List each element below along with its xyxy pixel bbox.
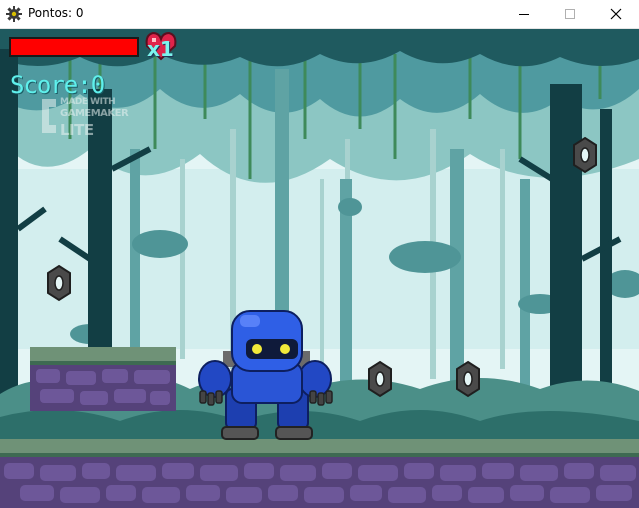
minimize-button[interactable] [501,0,547,28]
gamemaker-logo-icon [42,99,56,133]
minimize-icon [519,14,529,15]
game-window: Pontos: 0 x1 Score:0 MADE WITH GAMEMAKER… [0,0,639,508]
watermark-line2: GAMEMAKER [60,108,129,119]
nut-icon [47,264,71,302]
nut-icon [368,360,392,398]
close-icon [610,8,622,20]
lives-counter: x1 [147,37,174,61]
nut-icon [573,136,597,174]
maximize-button[interactable] [547,0,593,28]
window-title: Pontos: 0 [28,6,84,20]
health-bar-fill [11,39,137,55]
ground [0,439,639,508]
game-canvas[interactable]: x1 Score:0 MADE WITH GAMEMAKER LITE [0,29,639,508]
close-button[interactable] [593,0,639,28]
nut-icon [456,360,480,398]
watermark-line3: LITE [60,121,94,139]
title-bar[interactable]: Pontos: 0 [0,0,639,29]
watermark-line1: MADE WITH [60,97,116,107]
maximize-icon [565,9,575,19]
gamemaker-watermark: MADE WITH GAMEMAKER LITE [40,93,130,143]
stone-platform [30,347,176,411]
gear-icon [6,6,22,22]
